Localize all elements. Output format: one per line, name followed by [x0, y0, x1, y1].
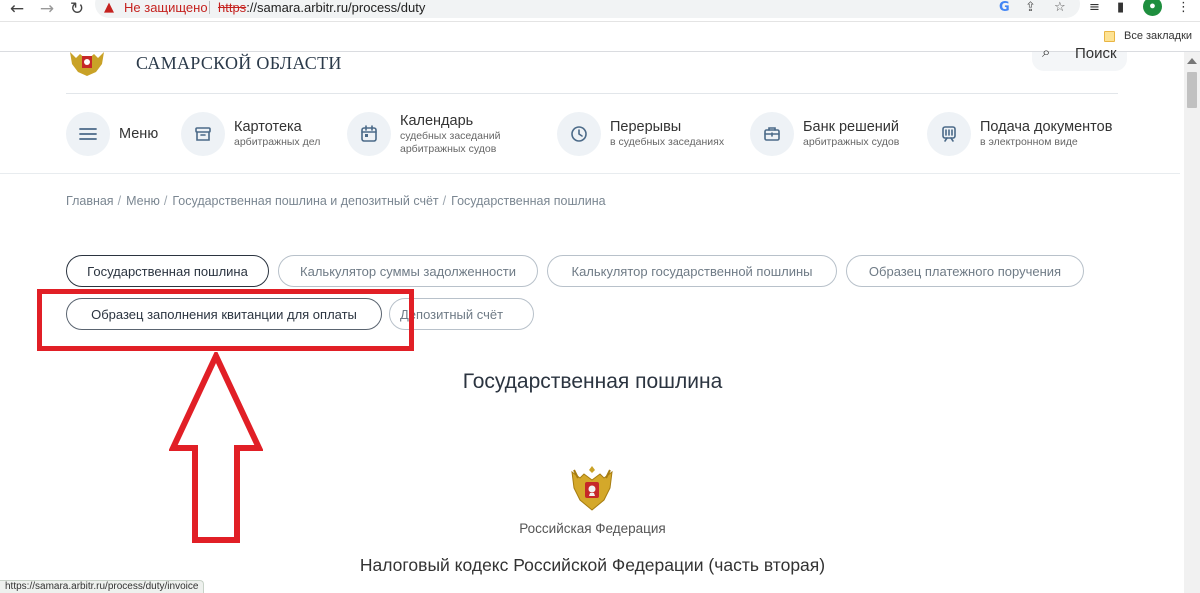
court-emblem-icon[interactable]	[66, 52, 108, 76]
arrow-up-annotation	[169, 352, 263, 543]
tab-payment-order-sample[interactable]: Образец платежного поручения	[846, 255, 1084, 287]
reload-button[interactable]: ↻	[66, 0, 88, 19]
scroll-up-arrow-icon[interactable]	[1187, 58, 1197, 64]
reading-list-icon[interactable]: ≡	[1089, 0, 1100, 15]
menu-item-document-submission[interactable]: Подача документов в электронном виде	[927, 110, 1112, 158]
breadcrumb-item-home[interactable]: Главная	[66, 194, 114, 208]
breadcrumb-item-menu[interactable]: Меню	[126, 194, 160, 208]
menu-item-subtitle: судебных заседаний	[400, 129, 501, 142]
hamburger-icon	[66, 112, 110, 156]
menu-item-subtitle: арбитражных дел	[234, 136, 321, 148]
briefcase-icon	[750, 112, 794, 156]
menu-divider	[0, 173, 1180, 174]
side-panel-icon[interactable]: ▮	[1117, 0, 1124, 15]
breadcrumb-item-duty-deposit[interactable]: Государственная пошлина и депозитный счё…	[172, 194, 438, 208]
clock-icon	[557, 112, 601, 156]
security-label[interactable]: Не защищено	[124, 1, 208, 15]
bookmark-star-icon[interactable]: ☆	[1054, 0, 1066, 15]
browser-toolbar: ← → ↻ ▲ Не защищено https://samara.arbit…	[0, 0, 1200, 22]
menu-item-subtitle: арбитражных судов	[803, 136, 900, 148]
menu-item-menu[interactable]: Меню	[66, 110, 158, 158]
share-icon[interactable]: ⇪	[1025, 0, 1036, 15]
highlight-annotation-box	[37, 289, 414, 351]
warning-icon: ▲	[104, 0, 114, 15]
russian-coat-of-arms-icon	[568, 464, 616, 514]
menu-item-title: Подача документов	[980, 119, 1113, 135]
address-separator	[209, 1, 210, 14]
breadcrumb-separator: /	[117, 194, 122, 208]
header-divider	[66, 93, 1118, 94]
more-menu-icon[interactable]: ⋮	[1177, 0, 1190, 15]
archive-box-icon	[181, 112, 225, 156]
back-button[interactable]: ←	[6, 0, 28, 19]
menu-item-case-files[interactable]: Картотека арбитражных дел	[181, 110, 320, 158]
breadcrumb-separator: /	[163, 194, 168, 208]
menu-item-title: Календарь	[400, 112, 474, 129]
menu-item-title: Картотека	[234, 119, 302, 135]
url-text[interactable]: https://samara.arbitr.ru/process/duty	[218, 1, 425, 15]
search-icon[interactable]: ⌕	[1042, 43, 1050, 61]
region-title: САМАРСКОЙ ОБЛАСТИ	[136, 53, 342, 73]
calendar-icon	[347, 112, 391, 156]
menu-item-breaks[interactable]: Перерывы в судебных заседаниях	[557, 110, 724, 158]
vertical-scrollbar[interactable]	[1184, 52, 1200, 593]
bookmarks-bar: Все закладки	[0, 22, 1200, 52]
all-bookmarks-link[interactable]: Все закладки	[1124, 30, 1192, 42]
menu-item-title: Банк решений	[803, 119, 899, 135]
breadcrumb: Главная / Меню / Государственная пошлина и д…	[66, 194, 606, 208]
profile-avatar[interactable]: ●	[1143, 0, 1162, 16]
document-title: Налоговый кодекс Российской Федерации (ч…	[359, 555, 826, 575]
breadcrumb-item-current: Государственная пошлина	[451, 194, 606, 208]
menu-item-title: Перерывы	[610, 119, 682, 135]
menu-item-subtitle: в судебных заседаниях	[610, 136, 725, 148]
google-lens-icon[interactable]: G	[999, 0, 1010, 15]
menu-item-subtitle-2: арбитражных судов	[400, 142, 497, 155]
menu-item-subtitle: в электронном виде	[980, 136, 1078, 148]
menu-item-title: Меню	[119, 125, 159, 142]
menu-item-decisions-bank[interactable]: Банк решений арбитражных судов	[750, 110, 899, 158]
menu-item-calendar[interactable]: Календарь судебных заседаний арбитражных…	[347, 110, 501, 158]
link-status-bubble: https://samara.arbitr.ru/process/duty/in…	[0, 580, 205, 593]
bookmarks-folder-icon	[1104, 31, 1115, 42]
forward-button[interactable]: →	[36, 0, 58, 19]
document-submit-icon	[927, 112, 971, 156]
search-label[interactable]: Поиск	[1075, 45, 1117, 62]
tab-duty-calculator[interactable]: Калькулятор государственной пошлины	[547, 255, 837, 287]
tab-debt-calculator[interactable]: Калькулятор суммы задолженности	[278, 255, 538, 287]
tab-state-duty[interactable]: Государственная пошлина	[66, 255, 269, 287]
breadcrumb-separator: /	[442, 194, 447, 208]
scrollbar-thumb[interactable]	[1187, 72, 1197, 108]
